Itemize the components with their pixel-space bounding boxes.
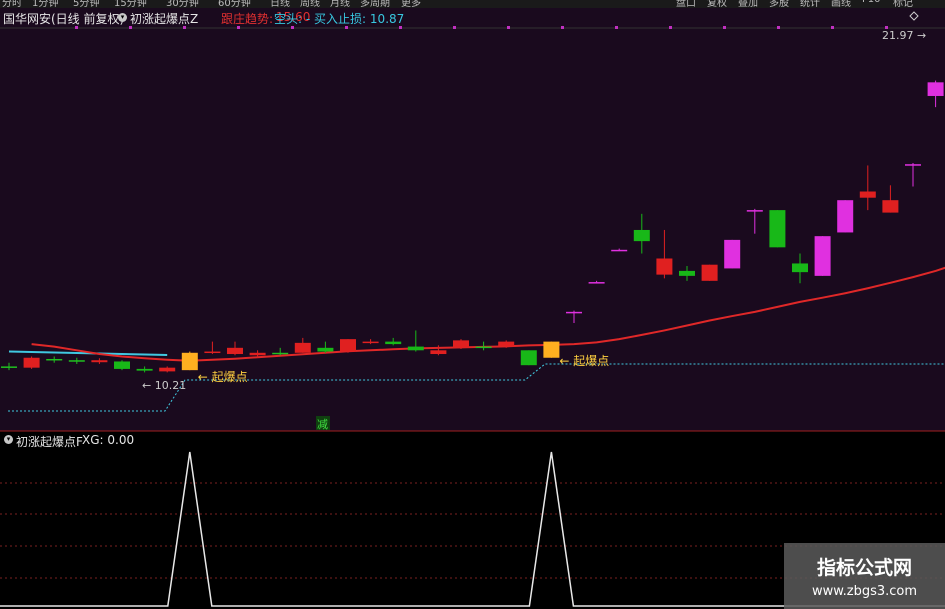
candle-body xyxy=(566,311,582,314)
chart-canvas[interactable]: ← 10.21 21.97 → ← 起爆点 ← 起爆点减 xyxy=(0,0,945,609)
candle-body xyxy=(905,164,921,166)
top-marker-dot xyxy=(615,26,618,29)
candle-body xyxy=(475,346,492,349)
candle-body xyxy=(746,210,763,212)
candle-body xyxy=(159,367,176,372)
candle-body xyxy=(249,352,266,356)
candle-body xyxy=(656,258,673,275)
candle-body xyxy=(498,341,515,347)
top-marker-dot xyxy=(453,26,456,29)
low-price-label: ← 10.21 xyxy=(142,379,186,392)
sub-indicator-title[interactable]: 初涨起爆点F xyxy=(16,433,83,450)
top-marker-dot xyxy=(669,26,672,29)
top-marker-dot xyxy=(507,26,510,29)
top-marker-dot xyxy=(723,26,726,29)
candle-body xyxy=(859,191,876,198)
signal-label: ← 起爆点 xyxy=(198,370,248,384)
high-price-label: 21.97 → xyxy=(882,29,926,42)
candle-body xyxy=(882,200,899,213)
candle-body xyxy=(520,350,537,366)
stock-title: 国华网安(日线 前复权) xyxy=(3,12,125,26)
signal-label: ← 起爆点 xyxy=(559,354,609,368)
candle-body xyxy=(769,210,786,248)
candle-body xyxy=(407,346,424,351)
candle-body xyxy=(91,360,108,363)
candle-body xyxy=(317,347,334,352)
candle-body xyxy=(181,352,198,371)
chevron-down-icon[interactable]: ▾ xyxy=(4,435,13,444)
candle-body xyxy=(453,340,469,348)
candle-body xyxy=(340,339,356,352)
diamond-icon xyxy=(909,11,919,21)
candle-body xyxy=(68,360,85,362)
candle-body xyxy=(1,366,17,368)
candle-body xyxy=(701,264,718,281)
candle-body xyxy=(272,352,289,355)
candle-body xyxy=(588,282,605,284)
reduce-label: 减 xyxy=(317,418,328,431)
candle-body xyxy=(430,350,447,355)
indicator-title[interactable]: 初涨起爆点Z xyxy=(130,10,198,27)
chevron-down-icon[interactable]: ▾ xyxy=(118,13,127,22)
candle-body xyxy=(136,368,153,371)
stop-value: 10.87 xyxy=(369,12,405,26)
candle-body xyxy=(837,200,854,233)
candle-body xyxy=(204,351,221,354)
candle-body xyxy=(46,358,63,361)
candle-body xyxy=(362,341,379,344)
short-label: 空头: - 买入止损: 10.87 xyxy=(274,12,405,26)
top-marker-dot xyxy=(561,26,564,29)
top-marker-dot xyxy=(777,26,780,29)
watermark: 指标公式网 www.zbgs3.com xyxy=(784,543,945,609)
candle-body xyxy=(679,270,695,276)
short-value: - xyxy=(305,12,311,26)
candle-body xyxy=(814,236,831,276)
stop-label: 买入止损: xyxy=(314,12,367,26)
candle-body xyxy=(114,361,130,369)
watermark-title: 指标公式网 xyxy=(816,557,912,579)
candle-body xyxy=(294,342,311,353)
candle-body xyxy=(792,263,808,273)
candle-body xyxy=(927,82,944,96)
top-marker-dot xyxy=(831,26,834,29)
xg-value: XG: 0.00 xyxy=(82,433,135,447)
candle-body xyxy=(543,341,560,358)
candle-body xyxy=(227,347,243,355)
candle-body xyxy=(385,341,402,345)
candle-body xyxy=(23,357,40,368)
candle-body xyxy=(724,239,741,269)
ma-line xyxy=(31,266,945,362)
watermark-url: www.zbgs3.com xyxy=(811,584,918,599)
candle-body xyxy=(611,249,628,252)
trend-label: 跟庄趋势: xyxy=(221,12,274,26)
candle-body xyxy=(633,229,650,242)
